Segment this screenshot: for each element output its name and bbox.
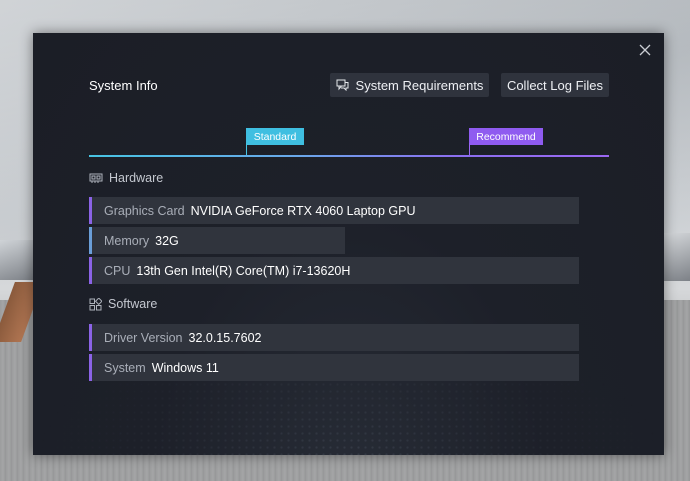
- software-heading: Software: [108, 297, 158, 311]
- graphics-card-label: Graphics Card: [104, 203, 185, 218]
- graphics-card-value: NVIDIA GeForce RTX 4060 Laptop GPU: [190, 203, 416, 218]
- tier-scale-line: [89, 155, 609, 157]
- collect-log-files-button[interactable]: Collect Log Files: [501, 73, 609, 97]
- standard-tier-label: Standard: [253, 130, 297, 143]
- hardware-heading: Hardware: [109, 171, 164, 185]
- row-accent-bar: [89, 354, 92, 381]
- close-button[interactable]: [635, 40, 655, 60]
- standard-tier-tag: Standard: [246, 128, 304, 145]
- memory-row: Memory 32G: [89, 227, 345, 254]
- system-value: Windows 11: [151, 360, 219, 375]
- background-solar-panel-right: [664, 233, 690, 281]
- dialog-title: System Info: [89, 78, 158, 93]
- driver-version-value: 32.0.15.7602: [188, 330, 262, 345]
- memory-value: 32G: [155, 233, 179, 248]
- row-accent-bar: [89, 257, 92, 284]
- driver-version-row: Driver Version 32.0.15.7602: [89, 324, 579, 351]
- row-accent-bar: [89, 324, 92, 351]
- chat-icon: [336, 79, 349, 91]
- system-info-dialog: System Info System Requirements Collect …: [33, 33, 664, 455]
- row-accent-bar: [89, 197, 92, 224]
- windows-icon: [89, 297, 102, 310]
- cpu-value: 13th Gen Intel(R) Core(TM) i7-13620H: [136, 263, 351, 278]
- cpu-row: CPU 13th Gen Intel(R) Core(TM) i7-13620H: [89, 257, 579, 284]
- system-row: System Windows 11: [89, 354, 579, 381]
- graphics-card-row: Graphics Card NVIDIA GeForce RTX 4060 La…: [89, 197, 579, 224]
- system-label: System: [104, 360, 146, 375]
- close-icon: [639, 44, 651, 56]
- system-requirements-label: System Requirements: [355, 77, 484, 93]
- driver-version-label: Driver Version: [104, 330, 183, 345]
- row-accent-bar: [89, 227, 92, 254]
- cpu-label: CPU: [104, 263, 131, 278]
- software-section-header: Software: [89, 297, 157, 311]
- memory-label: Memory: [104, 233, 150, 248]
- gpu-card-icon: [89, 173, 103, 183]
- collect-log-files-label: Collect Log Files: [506, 77, 604, 93]
- background-solar-panel-left: [0, 240, 34, 280]
- recommend-tier-tag: Recommend: [469, 128, 543, 145]
- hardware-section-header: Hardware: [89, 171, 163, 185]
- system-requirements-button[interactable]: System Requirements: [330, 73, 489, 97]
- recommend-tier-label: Recommend: [476, 130, 536, 143]
